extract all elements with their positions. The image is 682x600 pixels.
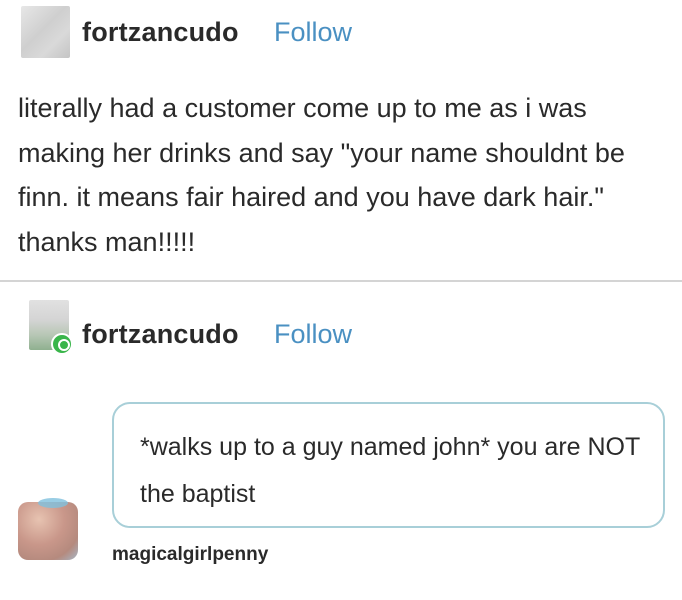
asker-avatar[interactable] — [18, 498, 78, 560]
follow-button[interactable]: Follow — [274, 319, 352, 350]
reblog-badge-icon — [51, 333, 73, 355]
post-username[interactable]: fortzancudo — [82, 17, 239, 48]
post-username[interactable]: fortzancudo — [82, 319, 239, 350]
avatar[interactable] — [21, 6, 70, 58]
asker-username[interactable]: magicalgirlpenny — [112, 544, 268, 566]
post-body: literally had a customer come up to me a… — [18, 93, 625, 257]
post-divider — [0, 280, 682, 282]
follow-button[interactable]: Follow — [274, 17, 352, 48]
ask-bubble: *walks up to a guy named john* you are N… — [112, 402, 665, 528]
ask-text: *walks up to a guy named john* you are N… — [140, 433, 640, 508]
avatar[interactable] — [21, 300, 73, 355]
